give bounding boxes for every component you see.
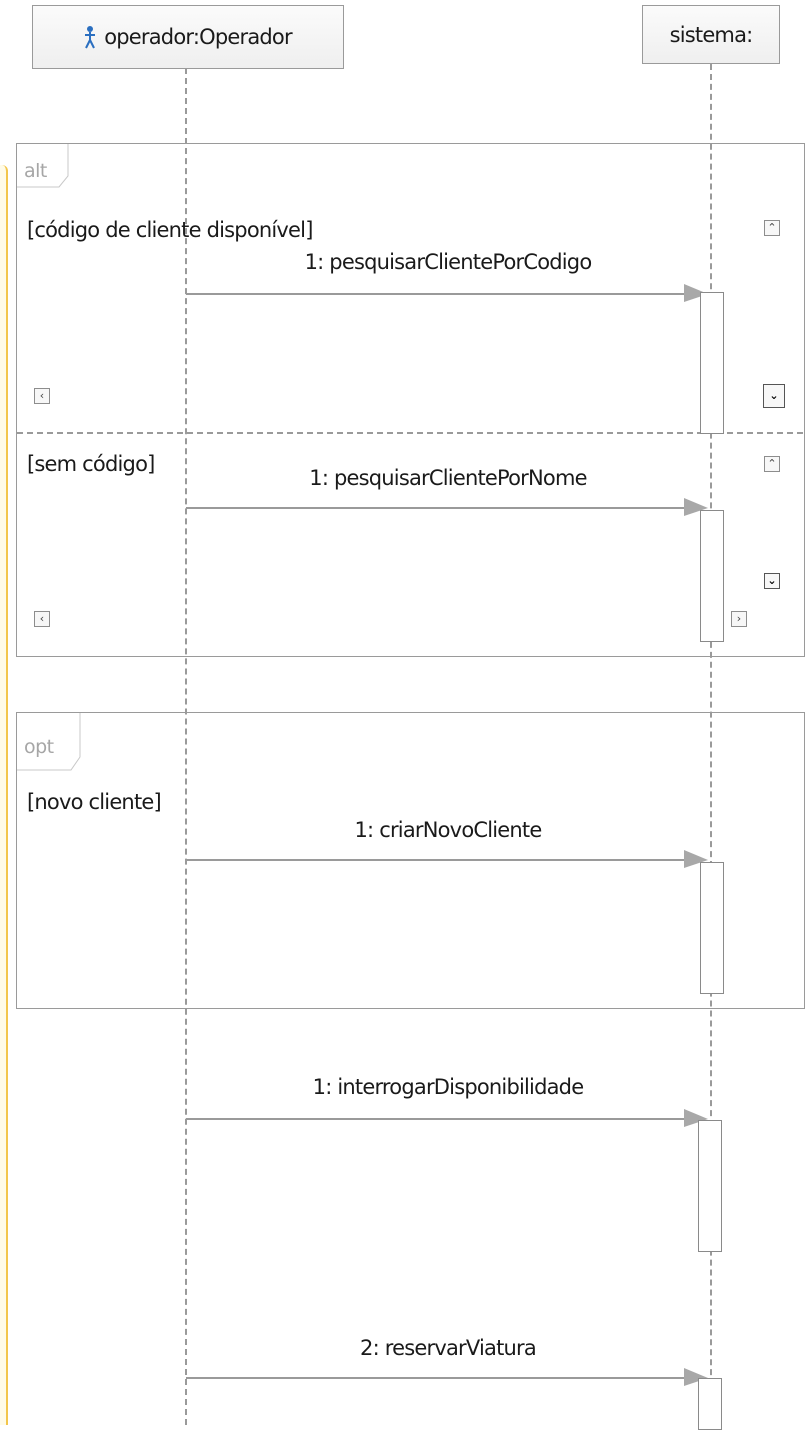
- alt-guard-1: [código de cliente disponível]: [27, 218, 313, 242]
- message-label: 1: pesquisarClientePorCodigo: [304, 250, 593, 274]
- scroll-down-icon[interactable]: ⌄: [764, 573, 780, 589]
- activation-bar[interactable]: [700, 862, 724, 994]
- scroll-up-icon[interactable]: ⌃: [764, 220, 780, 236]
- message-arrow-line[interactable]: [186, 293, 700, 295]
- message-label: 1: interrogarDisponibilidade: [312, 1075, 584, 1099]
- message-label: 2: reservarViatura: [360, 1336, 537, 1360]
- scroll-down-icon[interactable]: ⌄: [763, 384, 785, 408]
- alt-operand-separator: [17, 432, 803, 434]
- activation-bar[interactable]: [700, 510, 724, 642]
- scroll-up-icon[interactable]: ⌃: [764, 456, 780, 472]
- alt-fragment-operator: alt: [24, 160, 47, 182]
- lifeline-label-sistema: sistema:: [669, 22, 754, 47]
- message-arrow-line[interactable]: [186, 1377, 700, 1379]
- scroll-right-icon[interactable]: ›: [731, 611, 747, 627]
- activation-bar[interactable]: [698, 1378, 722, 1430]
- scroll-left-icon[interactable]: ‹: [34, 611, 50, 627]
- activation-bar[interactable]: [698, 1120, 722, 1252]
- message-label: 1: pesquisarClientePorNome: [309, 466, 587, 490]
- alt-guard-2: [sem código]: [27, 452, 155, 476]
- message-arrow-line[interactable]: [186, 859, 700, 861]
- message-arrow-line[interactable]: [186, 1118, 700, 1120]
- message-arrow-line[interactable]: [186, 507, 700, 509]
- opt-guard: [novo cliente]: [27, 790, 162, 814]
- side-panel-edge: [0, 165, 8, 1425]
- scroll-left-icon[interactable]: ‹: [34, 388, 50, 404]
- message-label: 1: criarNovoCliente: [354, 818, 543, 842]
- lifeline-label-operador: operador:Operador: [104, 25, 292, 49]
- sequence-diagram-canvas: operador:Operador sistema: alt [código d…: [0, 0, 807, 1430]
- lifeline-head-operador[interactable]: operador:Operador: [32, 5, 344, 69]
- lifeline-head-sistema[interactable]: sistema:: [642, 5, 780, 64]
- activation-bar[interactable]: [700, 292, 724, 434]
- opt-fragment-operator: opt: [24, 736, 54, 758]
- actor-icon: [85, 26, 96, 49]
